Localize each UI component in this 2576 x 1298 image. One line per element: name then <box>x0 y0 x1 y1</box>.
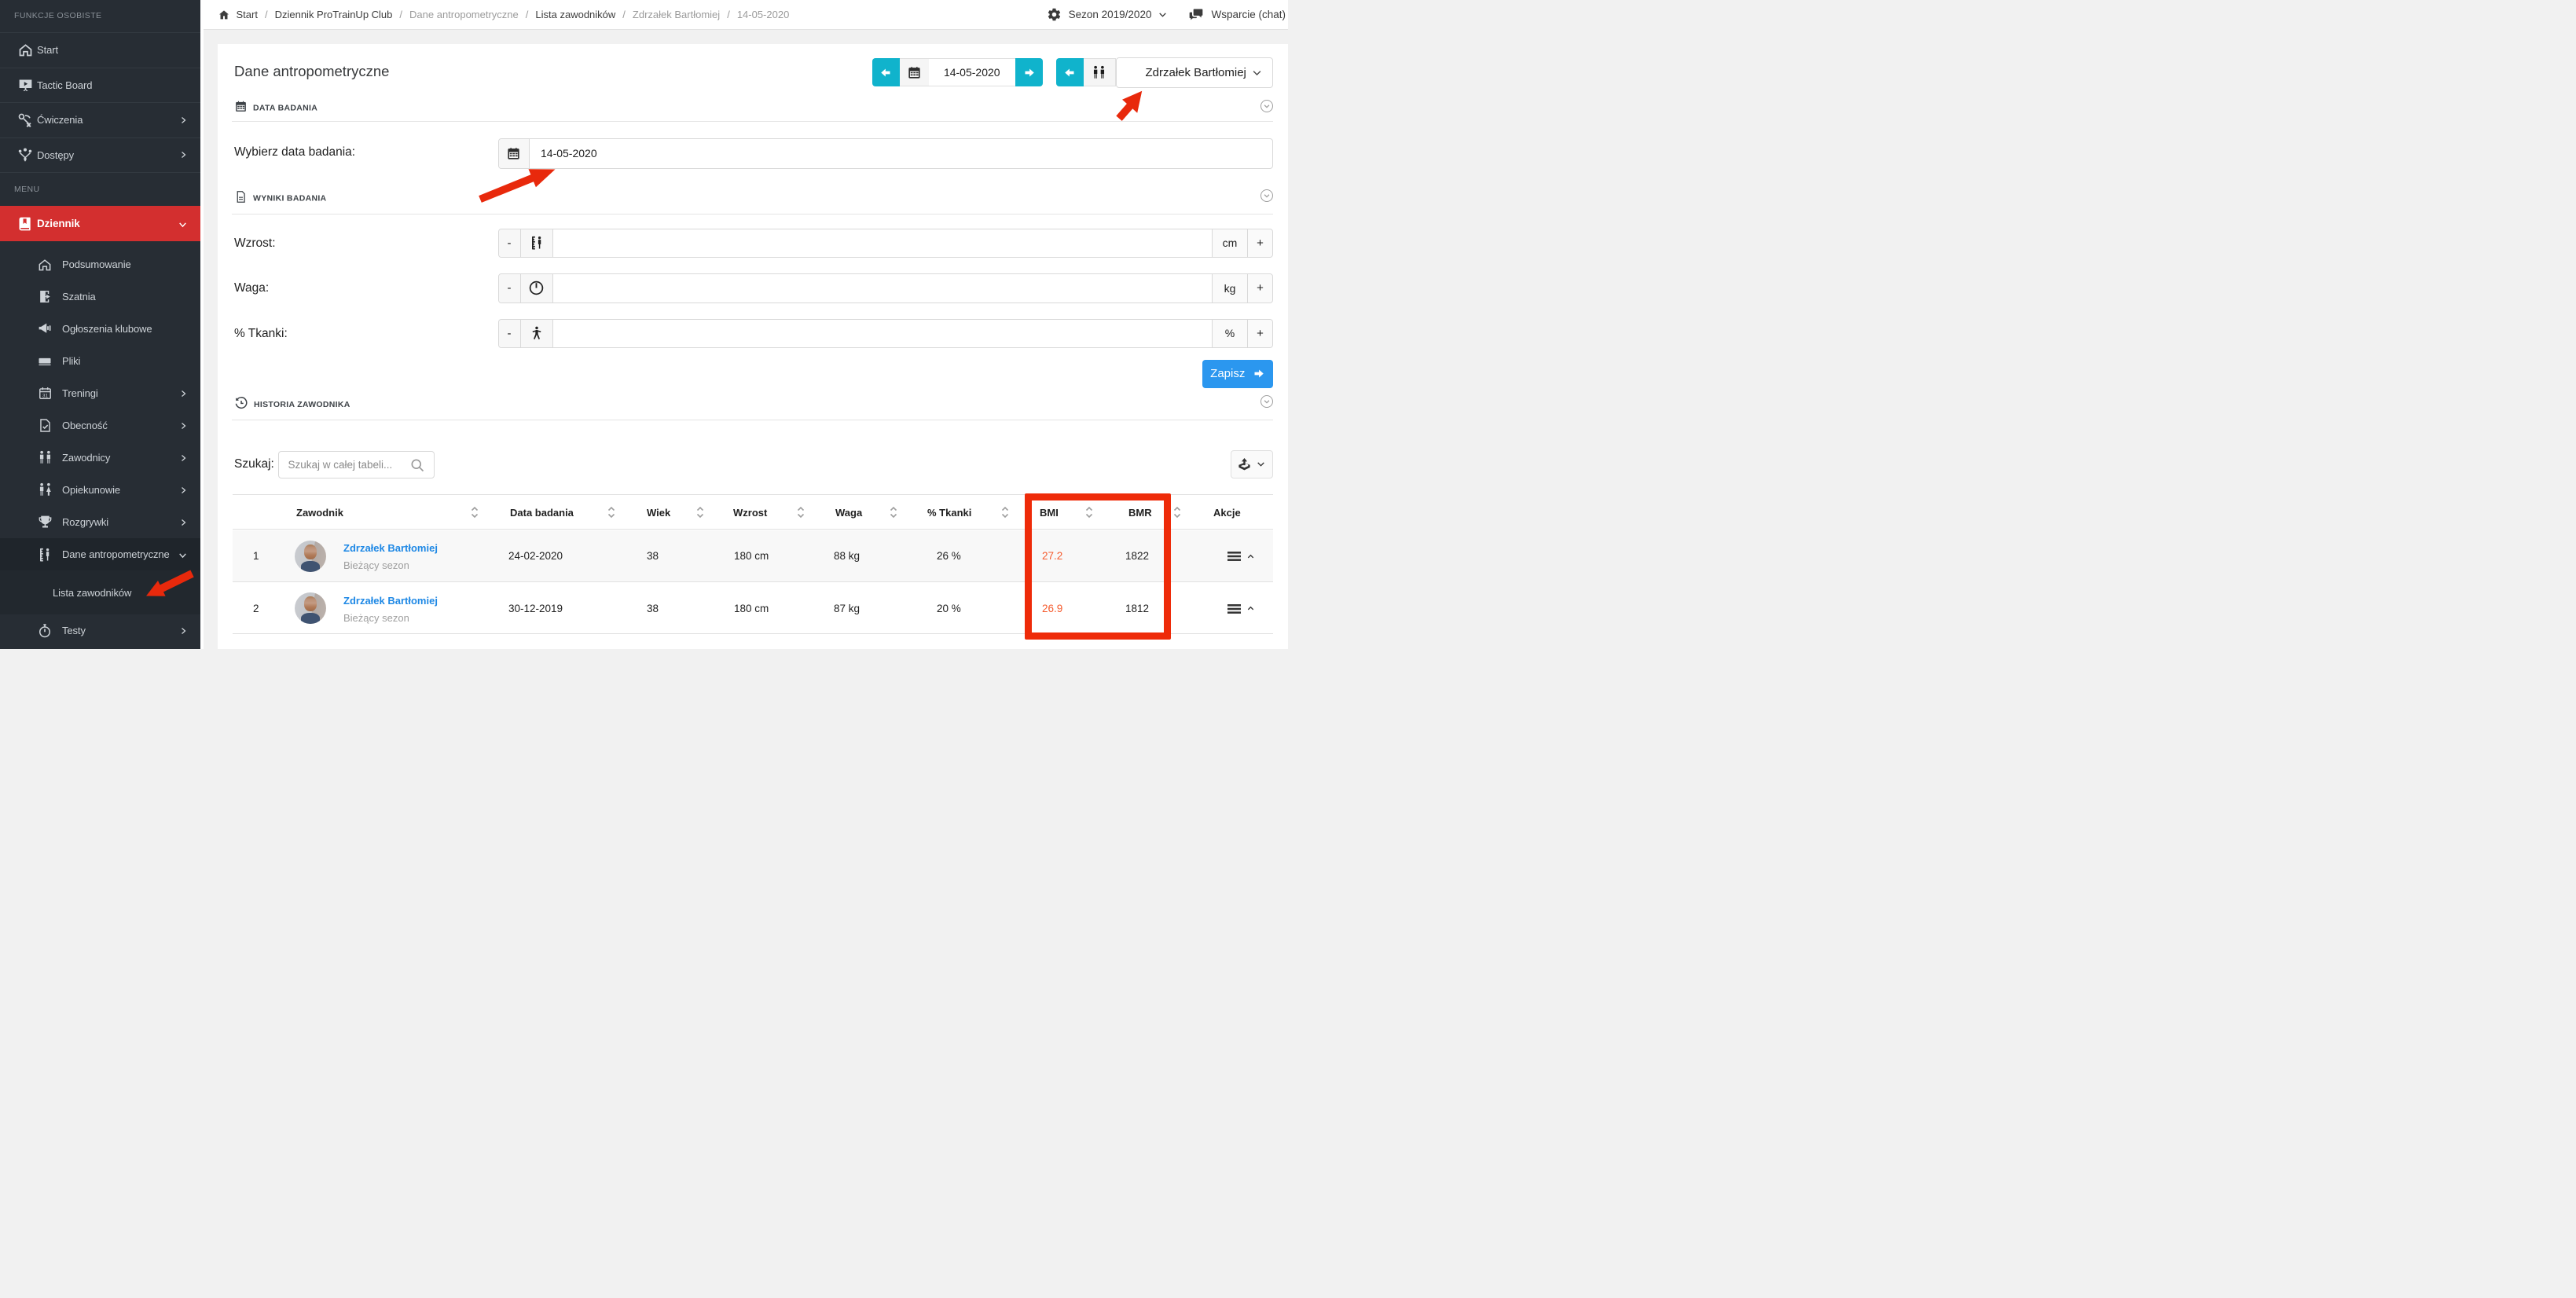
svg-text:31: 31 <box>42 393 48 398</box>
